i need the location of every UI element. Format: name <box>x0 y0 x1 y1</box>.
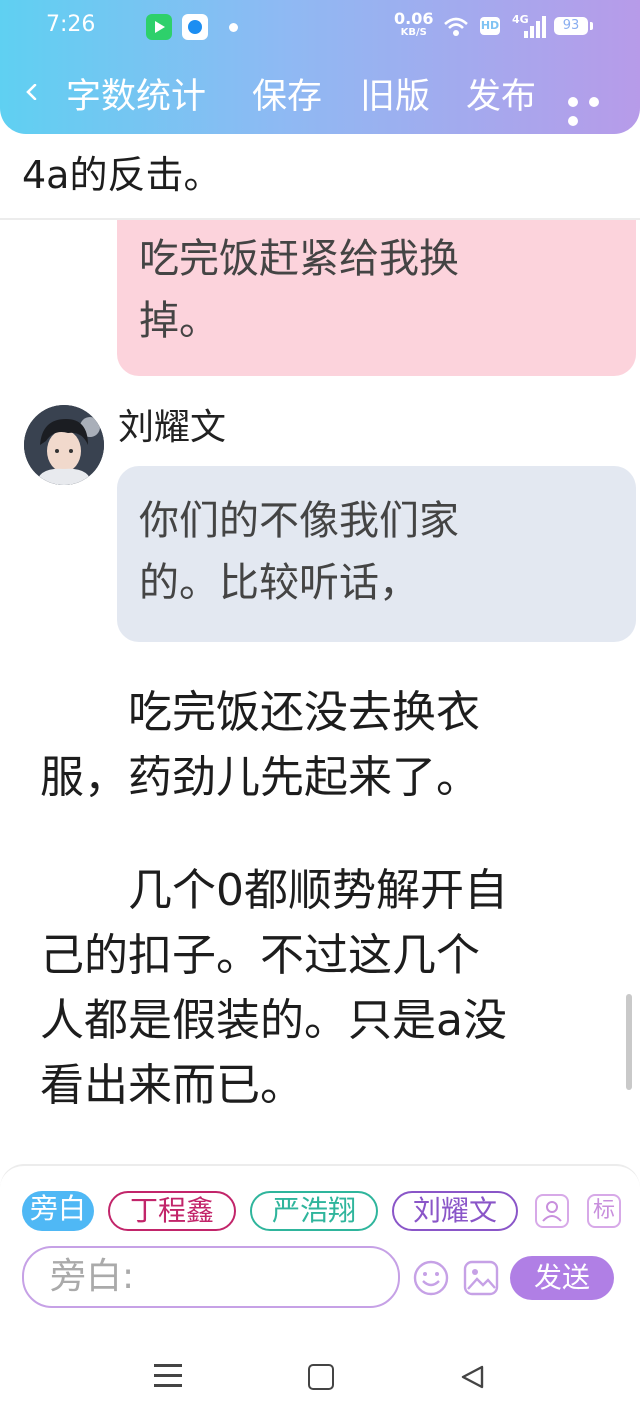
paragraph-line: 己的扣子。不过这几个 <box>40 930 480 981</box>
speaker-name: 刘耀文 <box>118 407 227 448</box>
browser-app-icon <box>182 14 208 40</box>
status-bar: 7:26 0.06 KB/S HD 4G 93 <box>0 0 640 56</box>
paragraph-line: 服，药劲儿先起来了。 <box>40 752 480 803</box>
network-type: 4G <box>512 13 529 26</box>
narration-line: 4a的反击。 <box>22 153 222 197</box>
notification-dot-icon <box>229 23 238 32</box>
tag-button[interactable]: 标 <box>587 1194 621 1228</box>
avatar[interactable] <box>24 405 104 485</box>
person-icon[interactable] <box>535 1194 569 1228</box>
chat-bubble-speaker[interactable]: 你们的不像我们家 的。比较听话， <box>117 466 636 642</box>
editor-toolbar: 字数统计 保存 旧版 发布 <box>0 64 640 130</box>
emoji-icon[interactable] <box>412 1259 450 1297</box>
network-speed-unit: KB/S <box>400 27 427 38</box>
video-app-icon <box>146 14 172 40</box>
paragraph-line: 看出来而已。 <box>40 1060 304 1111</box>
paragraph-line: 人都是假装的。只是a没 <box>40 995 507 1046</box>
role-chip-narrator[interactable]: 旁白 <box>22 1191 94 1231</box>
narration-paragraph: 吃完饭还没去换衣 服，药劲儿先起来了。 <box>40 680 600 810</box>
narration-paragraph: 几个0都顺势解开自 己的扣子。不过这几个 人都是假装的。只是a没 看出来而已。 <box>40 858 600 1118</box>
role-chip-liu-yaowen[interactable]: 刘耀文 <box>392 1191 518 1231</box>
home-icon[interactable] <box>308 1364 334 1390</box>
app-header: 7:26 0.06 KB/S HD 4G 93 字数统计 保存 旧版 发布 <box>0 0 640 134</box>
message-input[interactable]: 旁白: <box>22 1246 400 1308</box>
system-nav-bar <box>0 1308 640 1422</box>
more-dots-icon[interactable] <box>568 92 628 126</box>
send-button[interactable]: 发送 <box>510 1256 614 1300</box>
status-time: 7:26 <box>46 12 96 37</box>
chat-bubble-self[interactable]: 吃完饭赶紧给我换 掉。 <box>117 220 636 376</box>
bubble-line: 你们的不像我们家 <box>139 498 459 544</box>
recent-apps-icon[interactable] <box>154 1364 182 1388</box>
role-chip-yan-haoxiang[interactable]: 严浩翔 <box>250 1191 378 1231</box>
hd-badge: HD <box>480 17 500 35</box>
network-speed: 0.06 KB/S <box>394 11 433 40</box>
back-triangle-icon[interactable] <box>458 1364 486 1390</box>
battery-indicator: 93 <box>554 17 593 35</box>
bubble-line: 的。比较听话， <box>139 560 419 606</box>
bubble-line: 掉。 <box>139 298 219 344</box>
word-count-button[interactable]: 字数统计 <box>66 74 206 120</box>
role-chip-ding-chengxin[interactable]: 丁程鑫 <box>108 1191 236 1231</box>
chevron-left-icon[interactable] <box>24 84 40 100</box>
avatar-image <box>24 405 104 485</box>
bubble-line: 吃完饭赶紧给我换 <box>139 236 459 282</box>
wifi-icon <box>444 17 468 36</box>
save-button[interactable]: 保存 <box>252 74 322 120</box>
old-version-button[interactable]: 旧版 <box>360 74 430 120</box>
paragraph-line: 吃完饭还没去换衣 <box>128 687 480 738</box>
paragraph-line: 几个0都顺势解开自 <box>128 865 508 916</box>
image-icon[interactable] <box>462 1259 500 1297</box>
publish-button[interactable]: 发布 <box>466 74 536 120</box>
scrollbar[interactable] <box>626 994 632 1090</box>
